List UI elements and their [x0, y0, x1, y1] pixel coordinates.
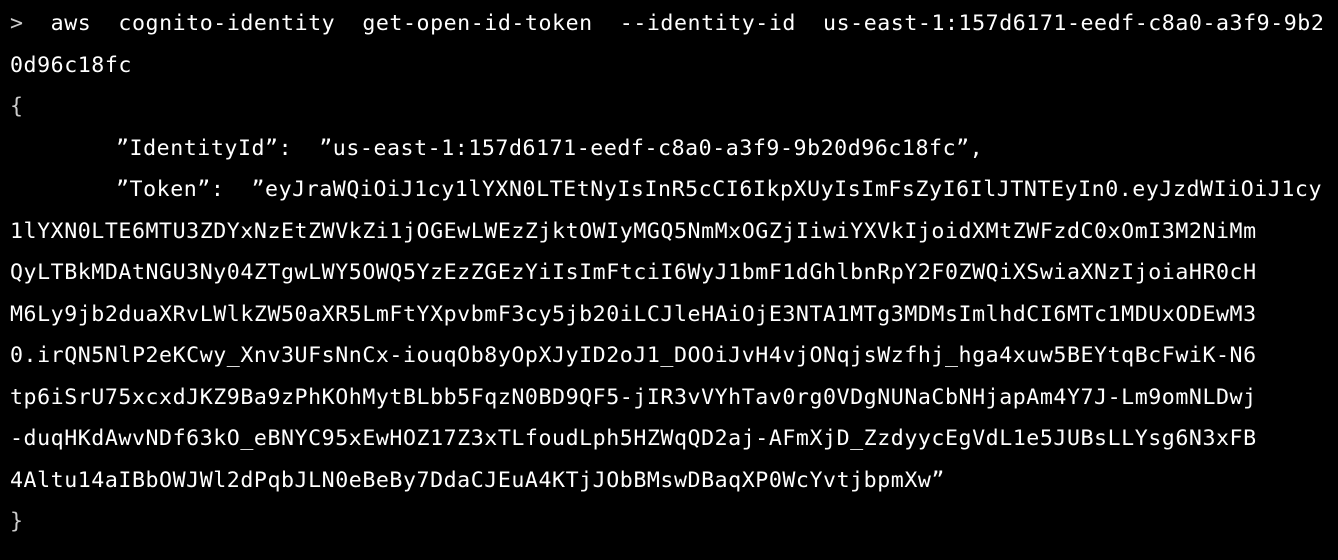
token-continuation-line: -duqHKdAwvNDf63kO_eBNYC95xEwHOZ17Z3xTLfo…: [10, 426, 1257, 451]
token-text-start: ”Token”: ”eyJraWQiOiJ1cy1lYXN0LTEtNyIsIn…: [116, 177, 1322, 202]
token-continuation-line: QyLTBkMDAtNGU3Ny04ZTgwLWY5OWQ5YzEzZGEzYi…: [10, 260, 1257, 285]
json-close-brace: }: [10, 509, 24, 534]
command-line-wrap: 0d96c18fc: [10, 52, 132, 78]
token-continuation-line: tp6iSrU75xcxdJKZ9Ba9zPhKOhMytBLbb5FqzN0B…: [10, 384, 1257, 410]
token-continuation-line: 4Altu14aIBbOWJWl2dPqbJLN0eBeBy7DdaCJEuA4…: [10, 467, 945, 493]
command-text: aws cognito-identity get-open-id-token -…: [23, 11, 1325, 36]
json-token-line: ”Token”: ”eyJraWQiOiJ1cy1lYXN0LTEtNyIsIn…: [10, 169, 1338, 211]
token-continuation-line: M6Ly9jb2duaXRvLWlkZW50aXR5LmFtYXpvbmF3cy…: [10, 301, 1257, 327]
command-line: > aws cognito-identity get-open-id-token…: [10, 3, 1338, 45]
json-open-brace: {: [10, 94, 24, 119]
token-continuation-line: 0.irQN5NlP2eKCwy_Xnv3UFsNnCx-iouqOb8yOpX…: [10, 343, 1257, 368]
json-identity-id-line: ”IdentityId”: ”us-east-1:157d6171-eedf-c…: [10, 128, 1338, 170]
terminal-window[interactable]: > aws cognito-identity get-open-id-token…: [0, 0, 1338, 560]
token-continuation-line: 1lYXN0LTE6MTU3ZDYxNzEtZWVkZi1jOGEwLWEzZj…: [10, 218, 1257, 244]
prompt-symbol: >: [10, 11, 24, 36]
identity-id-text: ”IdentityId”: ”us-east-1:157d6171-eedf-c…: [116, 135, 984, 161]
